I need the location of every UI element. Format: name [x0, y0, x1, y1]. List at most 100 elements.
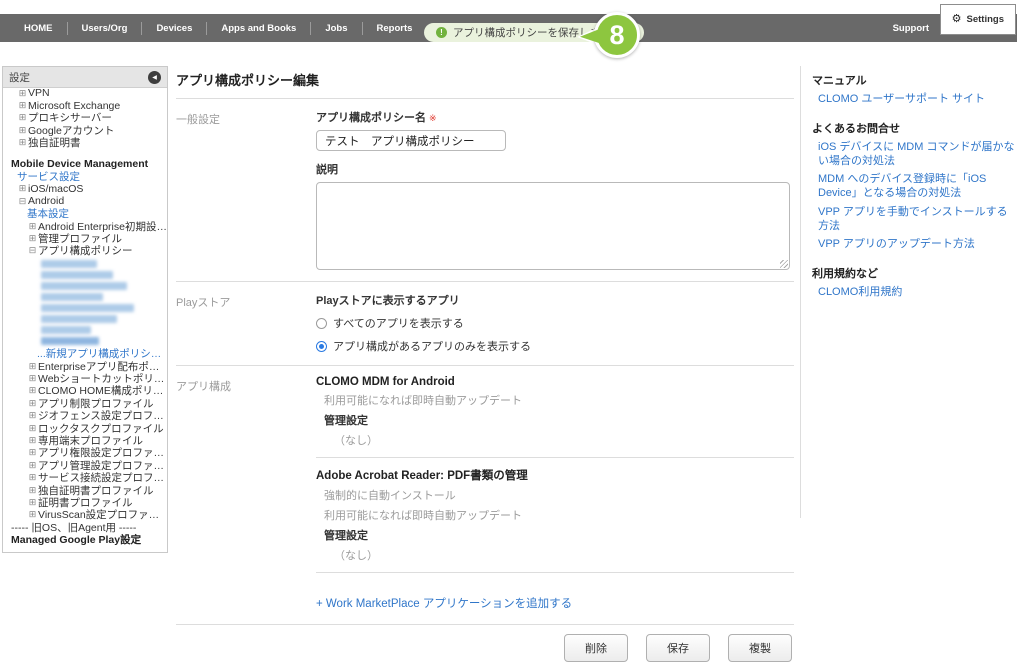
app-mgmt-value: （なし）	[334, 432, 794, 448]
redacted-item[interactable]	[41, 326, 91, 335]
app-mgmt-label: 管理設定	[324, 412, 794, 428]
radio-show-configured-apps[interactable]: アプリ構成があるアプリのみを表示する	[316, 338, 794, 354]
redacted-item[interactable]	[41, 282, 127, 291]
expand-icon[interactable]: ⊞	[17, 88, 28, 99]
sidebar-group-managed-google-play: Managed Google Play設定	[3, 533, 167, 545]
help-header-terms: 利用規約など	[812, 265, 1016, 281]
expand-icon[interactable]: ⊞	[27, 485, 38, 496]
nav-item-devices[interactable]: Devices	[142, 23, 206, 34]
expand-icon[interactable]: ⊞	[27, 447, 38, 458]
expand-icon[interactable]: ⊞	[27, 361, 38, 372]
radio-icon[interactable]	[316, 318, 327, 329]
chevron-left-icon: ◀	[152, 74, 157, 81]
app-mgmt-label: 管理設定	[324, 527, 794, 543]
help-link-faq-1[interactable]: iOS デバイスに MDM コマンドが届かない場合の対処法	[818, 141, 1016, 169]
settings-tab-label: Settings	[967, 14, 1004, 25]
settings-tree-sidebar: 設定 ◀ ⊞VPN ⊞Microsoft Exchange ⊞プロキシサーバー …	[2, 66, 168, 553]
section-label-playstore: Playストア	[176, 292, 316, 354]
sidebar-item-service-settings[interactable]: サービス設定	[3, 170, 167, 182]
help-panel: マニュアル CLOMO ユーザーサポート サイト よくあるお問合せ iOS デバ…	[812, 72, 1016, 313]
nav-item-users-org[interactable]: Users/Org	[68, 23, 142, 34]
app-update-policy: 利用可能になれば即時自動アップデート	[324, 392, 794, 408]
help-link-faq-4[interactable]: VPP アプリのアップデート方法	[818, 238, 1016, 252]
expand-icon[interactable]: ⊞	[27, 410, 38, 421]
tab-settings[interactable]: ⚙ Settings	[940, 4, 1016, 35]
help-header-manual: マニュアル	[812, 72, 1016, 88]
panel-divider	[800, 66, 801, 518]
app-config-item-acrobat-reader: Adobe Acrobat Reader: PDF書類の管理 強制的に自動インス…	[316, 467, 794, 563]
delete-button[interactable]: 削除	[564, 634, 628, 662]
save-button[interactable]: 保存	[646, 634, 710, 662]
info-icon: !	[436, 27, 447, 38]
redacted-item[interactable]	[41, 337, 99, 346]
nav-item-home[interactable]: HOME	[10, 23, 67, 34]
description-textarea[interactable]	[316, 182, 790, 270]
radio-show-all-apps[interactable]: すべてのアプリを表示する	[316, 315, 794, 331]
sidebar-collapse-button[interactable]: ◀	[148, 71, 161, 84]
app-config-item-clomo-mdm: CLOMO MDM for Android 利用可能になれば即時自動アップデート…	[316, 376, 794, 448]
section-label-app-config: アプリ構成	[176, 376, 316, 613]
duplicate-button[interactable]: 複製	[728, 634, 792, 662]
help-link-faq-2[interactable]: MDM へのデバイス登録時に「iOS Device」となる場合の対処法	[818, 173, 1016, 201]
sidebar-item-vpn[interactable]: ⊞VPN	[3, 87, 167, 99]
expand-icon[interactable]: ⊞	[27, 435, 38, 446]
settings-tree: ⊞VPN ⊞Microsoft Exchange ⊞プロキシサーバー ⊞Goog…	[3, 83, 167, 546]
playstore-display-label: Playストアに表示するアプリ	[316, 292, 794, 308]
help-link-faq-3[interactable]: VPP アプリを手動でインストールする方法	[818, 206, 1016, 234]
app-name: CLOMO MDM for Android	[316, 376, 794, 388]
nav-item-apps-and-books[interactable]: Apps and Books	[207, 23, 310, 34]
sidebar-item-app-config-policy[interactable]: ⊟アプリ構成ポリシー	[3, 245, 167, 257]
redacted-item[interactable]	[41, 315, 117, 324]
expand-icon[interactable]: ⊞	[17, 137, 28, 148]
help-header-faq: よくあるお問合せ	[812, 120, 1016, 136]
expand-icon[interactable]: ⊞	[27, 460, 38, 471]
expand-icon[interactable]: ⊞	[27, 385, 38, 396]
expand-icon[interactable]: ⊞	[27, 497, 38, 508]
policy-name-label: アプリ構成ポリシー名※	[316, 109, 794, 125]
divider	[316, 457, 794, 458]
sidebar-item-custom-cert[interactable]: ⊞独自証明書	[3, 137, 167, 149]
expand-icon[interactable]: ⊞	[27, 221, 38, 232]
help-link-terms[interactable]: CLOMO利用規約	[818, 286, 1016, 300]
redacted-item[interactable]	[41, 271, 113, 280]
divider	[316, 572, 794, 573]
gear-icon: ⚙	[952, 14, 962, 25]
app-name: Adobe Acrobat Reader: PDF書類の管理	[316, 467, 794, 483]
nav-item-jobs[interactable]: Jobs	[311, 23, 361, 34]
expand-icon[interactable]: ⊞	[27, 398, 38, 409]
expand-icon[interactable]: ⊞	[17, 183, 28, 194]
sidebar-item-ios-macos[interactable]: ⊞iOS/macOS	[3, 183, 167, 195]
expand-icon[interactable]: ⊞	[27, 423, 38, 434]
collapse-icon[interactable]: ⊟	[27, 245, 38, 256]
redacted-item[interactable]	[41, 260, 97, 269]
app-config-policy-edit-panel: アプリ構成ポリシー編集 一般設定 アプリ構成ポリシー名※ 説明 Playストア …	[176, 70, 794, 662]
expand-icon[interactable]: ⊞	[17, 125, 28, 136]
section-label-general: 一般設定	[176, 109, 316, 270]
expand-icon[interactable]: ⊞	[27, 472, 38, 483]
policy-name-input[interactable]	[316, 130, 506, 151]
app-mgmt-value: （なし）	[334, 547, 794, 563]
expand-icon[interactable]: ⊞	[27, 233, 38, 244]
expand-icon[interactable]: ⊞	[17, 112, 28, 123]
action-buttons: 削除 保存 複製	[176, 634, 794, 662]
redacted-item[interactable]	[41, 304, 134, 313]
collapse-icon[interactable]: ⊟	[17, 196, 28, 207]
help-link-support-site[interactable]: CLOMO ユーザーサポート サイト	[818, 93, 1016, 107]
redacted-item[interactable]	[41, 293, 103, 302]
playstore-section: Playストア Playストアに表示するアプリ すべてのアプリを表示する アプリ…	[176, 282, 794, 354]
nav-item-support[interactable]: Support	[893, 14, 929, 42]
add-marketplace-app-link[interactable]: + Work MarketPlace アプリケーションを追加する	[316, 595, 572, 611]
nav-item-reports[interactable]: Reports	[363, 23, 427, 34]
expand-icon[interactable]: ⊞	[17, 100, 28, 111]
sidebar-title: 設定	[9, 70, 30, 85]
radio-selected-icon[interactable]	[316, 341, 327, 352]
description-label: 説明	[316, 161, 794, 177]
required-mark: ※	[429, 113, 437, 123]
general-settings-section: 一般設定 アプリ構成ポリシー名※ 説明	[176, 99, 794, 270]
expand-icon[interactable]: ⊞	[27, 373, 38, 384]
page-title: アプリ構成ポリシー編集	[176, 70, 794, 99]
app-install-policy: 強制的に自動インストール	[324, 487, 794, 503]
resize-grip[interactable]	[780, 260, 788, 268]
divider	[176, 624, 794, 625]
expand-icon[interactable]: ⊞	[27, 509, 38, 520]
